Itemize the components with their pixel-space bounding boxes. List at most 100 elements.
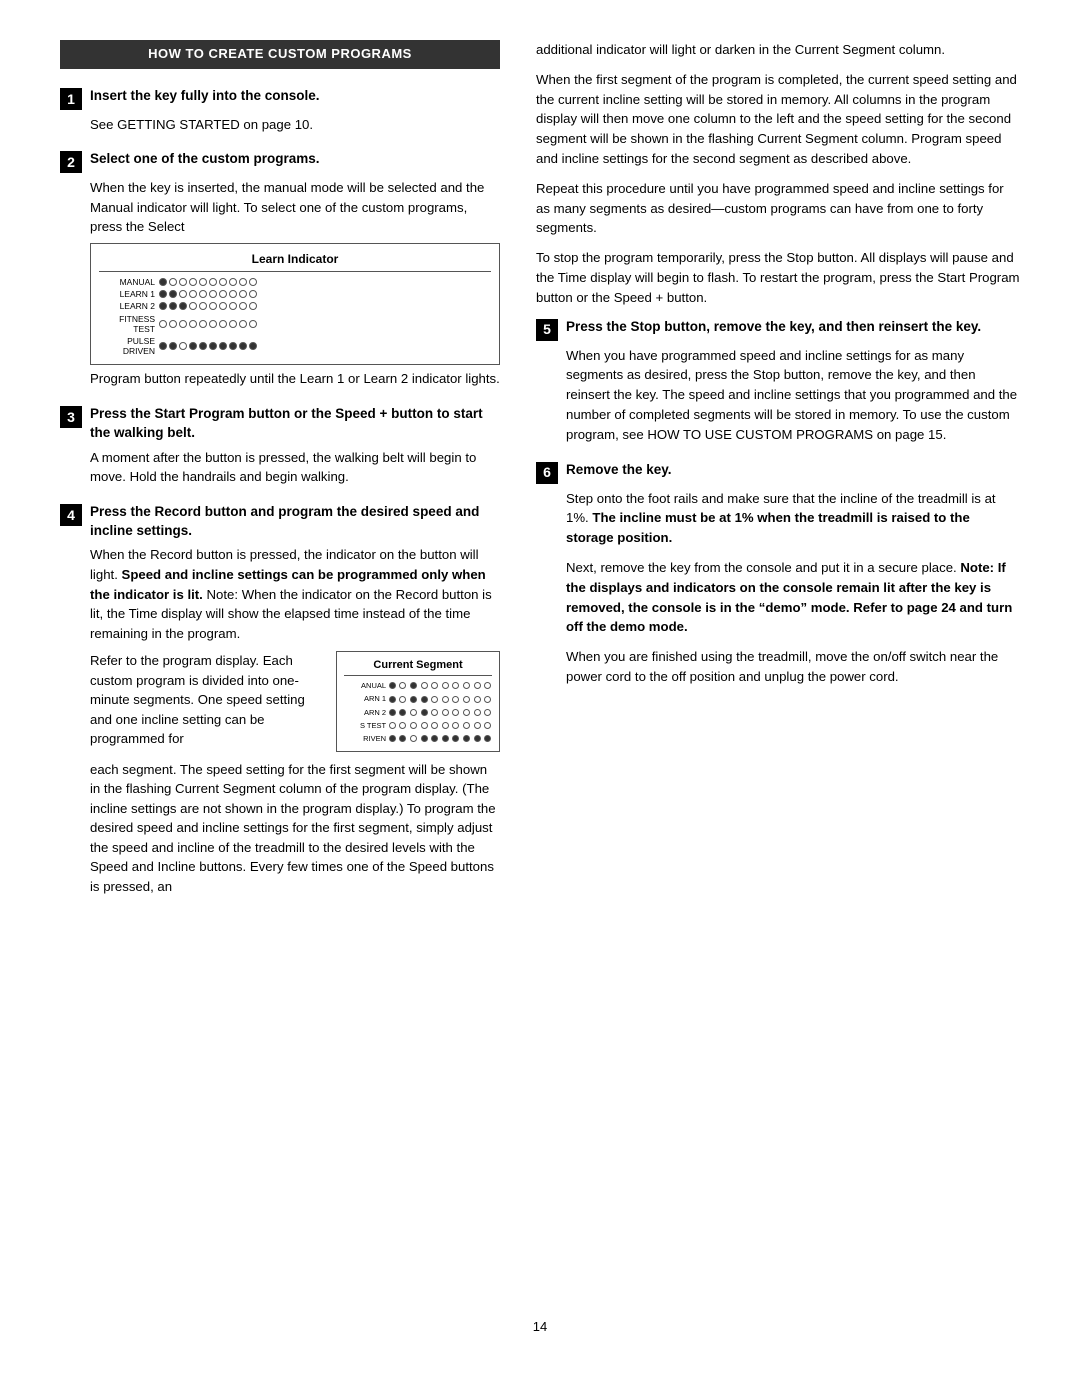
step-5-number: 5 [536,319,558,341]
section-header: HOW TO CREATE CUSTOM PROGRAMS [60,40,500,69]
seg-dot [474,709,481,716]
step-2-text-before: When the key is inserted, the manual mod… [90,180,484,234]
seg-dot [421,696,428,703]
seg-dot [399,722,406,729]
dot [179,290,187,298]
seg-dot [442,709,449,716]
learn-indicator-figure: Learn Indicator MANUAL [90,243,500,365]
step-3-number: 3 [60,406,82,428]
step-6-text1-bold: The incline must be at 1% when the tread… [566,510,970,545]
seg-dot [452,682,459,689]
learn-indicator-title: Learn Indicator [99,250,491,272]
seg-dot [389,696,396,703]
seg-dot [431,722,438,729]
right-para4: To stop the program temporarily, press t… [536,248,1020,307]
seg-dot [474,696,481,703]
dot [199,302,207,310]
seg-dot [463,696,470,703]
dot [159,290,167,298]
dot [229,320,237,328]
dot [209,302,217,310]
step-3: 3 Press the Start Program button or the … [60,405,500,487]
indicator-row-pulse: PULSE DRIVEN [99,336,491,356]
seg-dot [389,682,396,689]
indicator-row-manual: MANUAL [99,277,491,287]
dot [219,278,227,286]
seg-dot [421,709,428,716]
step-6-text1: Step onto the foot rails and make sure t… [566,489,1020,548]
dot [159,278,167,286]
step-4-text3: each segment. The speed setting for the … [90,760,500,897]
step-3-title: Press the Start Program button or the Sp… [90,405,500,443]
step-4-title-row: 4 Press the Record button and program th… [60,503,500,541]
step-6-text2: Next, remove the key from the console an… [566,558,1020,637]
dot [169,320,177,328]
right-column: additional indicator will light or darke… [536,40,1020,1288]
dot [159,342,167,350]
step-1: 1 Insert the key fully into the console.… [60,87,500,135]
seg-dot [463,709,470,716]
step-2: 2 Select one of the custom programs. Whe… [60,150,500,388]
dots-learn2 [158,302,258,310]
seg-dot [421,735,428,742]
step-1-body: See GETTING STARTED on page 10. [90,115,500,135]
seg-dot [410,709,417,716]
seg-dot [452,696,459,703]
dot [179,278,187,286]
step-3-title-row: 3 Press the Start Program button or the … [60,405,500,443]
dot [159,302,167,310]
left-column: HOW TO CREATE CUSTOM PROGRAMS 1 Insert t… [60,40,500,1288]
seg-dot [463,682,470,689]
seg-dot [410,722,417,729]
dot [179,302,187,310]
step-4-body: When the Record button is pressed, the i… [90,545,500,896]
right-para2: When the first segment of the program is… [536,70,1020,169]
step-1-title-row: 1 Insert the key fully into the console. [60,87,500,110]
step-6-text3: When you are finished using the treadmil… [566,647,1020,687]
step-6: 6 Remove the key. Step onto the foot rai… [536,461,1020,687]
step-1-text: See GETTING STARTED on page 10. [90,115,500,135]
seg-label-arn1: ARN 1 [344,693,386,704]
dot [179,342,187,350]
step-6-text2-start: Next, remove the key from the console an… [566,560,957,575]
seg-dot [431,735,438,742]
dot [229,290,237,298]
indicator-label-learn1: LEARN 1 [99,289,155,299]
right-para3: Repeat this procedure until you have pro… [536,179,1020,238]
dot [239,278,247,286]
step-1-number: 1 [60,88,82,110]
step-4-text2: Refer to the program display. Each custo… [90,653,305,746]
seg-dot [410,682,417,689]
step-5-title-row: 5 Press the Stop button, remove the key,… [536,318,1020,341]
seg-dot [399,682,406,689]
seg-dot [452,722,459,729]
seg-dot [442,722,449,729]
seg-row-arn2: ARN 2 [344,707,492,718]
seg-dot [484,682,491,689]
dot [249,290,257,298]
step-4-text-part2: Refer to the program display. Each custo… [90,651,324,749]
seg-row-anual: ANUAL [344,680,492,691]
step-2-body: When the key is inserted, the manual mod… [90,178,500,388]
dot [249,320,257,328]
seg-dot [399,696,406,703]
dot [239,342,247,350]
dot [179,320,187,328]
step-1-title: Insert the key fully into the console. [90,87,320,106]
dots-manual [158,278,258,286]
indicator-row-learn1: LEARN 1 [99,289,491,299]
seg-dot [463,722,470,729]
step-3-body: A moment after the button is pressed, th… [90,448,500,487]
seg-dot [389,722,396,729]
dot [229,278,237,286]
dot [209,342,217,350]
step-2-text-after: Program button repeatedly until the Lear… [90,371,500,386]
dot [189,302,197,310]
seg-dot [484,722,491,729]
seg-label-riven: RIVEN [344,733,386,744]
dot [199,278,207,286]
step-2-title-row: 2 Select one of the custom programs. [60,150,500,173]
indicator-row-learn2: LEARN 2 [99,301,491,311]
dot [209,278,217,286]
dots-learn1 [158,290,258,298]
